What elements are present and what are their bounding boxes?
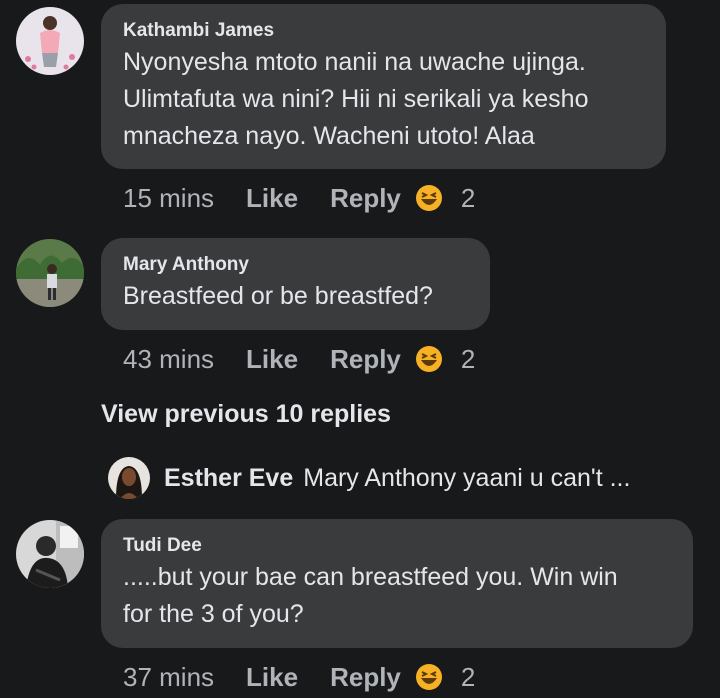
avatar[interactable] [108, 457, 150, 499]
reply-button[interactable]: Reply [330, 344, 401, 375]
comment-bubble: Mary Anthony Breastfeed or be breastfed? [101, 238, 490, 330]
comment-author[interactable]: Kathambi James [123, 20, 644, 42]
comment-text-line: mnacheza nayo. Wacheni utoto! Alaa [123, 122, 535, 150]
reaction-count[interactable]: 2 [461, 662, 475, 693]
reaction-count[interactable]: 2 [461, 183, 475, 214]
comment-timestamp[interactable]: 15 mins [123, 183, 214, 214]
comment-timestamp[interactable]: 43 mins [123, 344, 214, 375]
comment-actions: 43 mins Like Reply 2 [123, 342, 475, 376]
comment-text-line: Ulimtafuta wa nini? Hii ni serikali ya k… [123, 85, 589, 113]
like-button[interactable]: Like [246, 344, 298, 375]
reply-author[interactable]: Esther Eve [164, 464, 293, 493]
laughing-emoji-icon[interactable] [415, 345, 443, 373]
comment-bubble: Tudi Dee .....but your bae can breastfee… [101, 519, 693, 648]
comment-text-line: .....but your bae can breastfeed you. Wi… [123, 563, 618, 591]
view-previous-replies-link[interactable]: View previous 10 replies [101, 400, 391, 429]
reply-button[interactable]: Reply [330, 662, 401, 693]
comment-text-line: for the 3 of you? [123, 600, 304, 628]
laughing-emoji-icon[interactable] [415, 663, 443, 691]
reaction-count[interactable]: 2 [461, 344, 475, 375]
avatar[interactable] [16, 239, 84, 307]
comment-text: Nyonyesha mtoto nanii na uwache ujinga. … [123, 44, 644, 155]
comment-text: .....but your bae can breastfeed you. Wi… [123, 559, 671, 633]
reply-button[interactable]: Reply [330, 183, 401, 214]
like-button[interactable]: Like [246, 662, 298, 693]
avatar[interactable] [16, 520, 84, 588]
reply-snippet: Mary Anthony yaani u can't ... [303, 463, 631, 492]
comment-text-line: Breastfeed or be breastfed? [123, 282, 433, 310]
comment-text-line: Nyonyesha mtoto nanii na uwache ujinga. [123, 48, 586, 76]
reply-preview[interactable]: Esther Eve Mary Anthony yaani u can't ..… [108, 456, 630, 500]
like-button[interactable]: Like [246, 183, 298, 214]
laughing-emoji-icon[interactable] [415, 184, 443, 212]
comment-author[interactable]: Tudi Dee [123, 535, 671, 557]
comment-text: Breastfeed or be breastfed? [123, 278, 468, 315]
comment-author[interactable]: Mary Anthony [123, 254, 468, 276]
comment-bubble: Kathambi James Nyonyesha mtoto nanii na … [101, 4, 666, 169]
comment-actions: 37 mins Like Reply 2 [123, 660, 475, 694]
avatar[interactable] [16, 7, 84, 75]
comment-timestamp[interactable]: 37 mins [123, 662, 214, 693]
comment-actions: 15 mins Like Reply 2 [123, 181, 475, 215]
